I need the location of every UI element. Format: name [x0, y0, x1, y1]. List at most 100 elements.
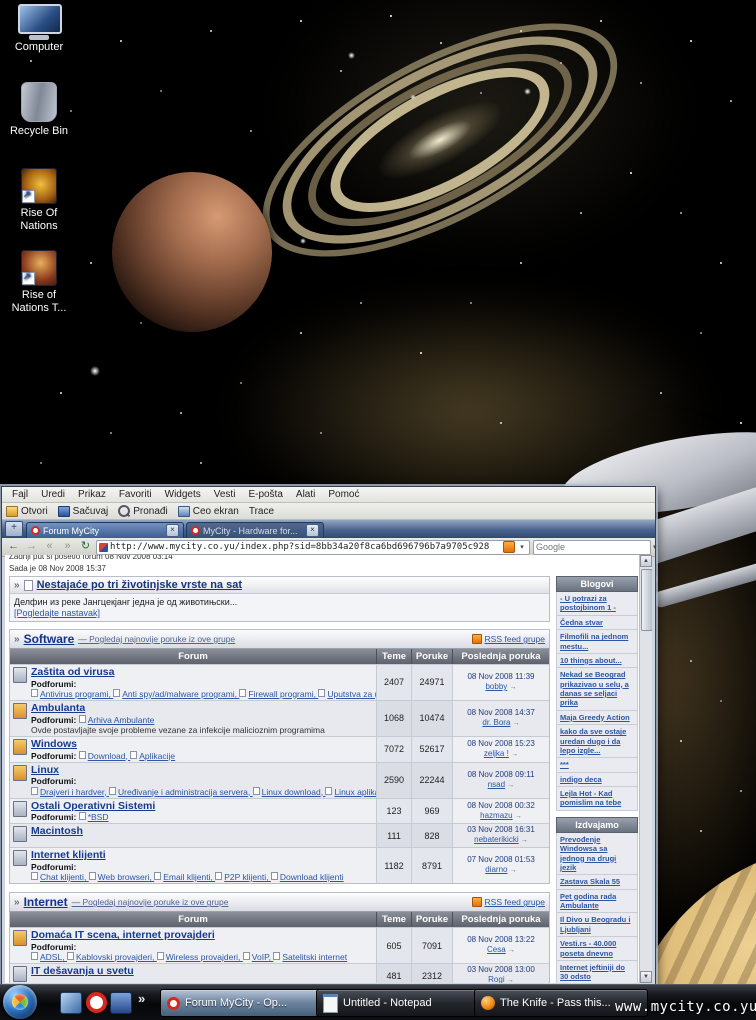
subforum-link[interactable]: Antivirus programi: [31, 689, 113, 699]
back-button[interactable]: ←: [6, 540, 21, 554]
tab-forum-mycity[interactable]: Forum MyCity ×: [26, 522, 184, 538]
toolbar-find-button[interactable]: Pronađi: [118, 505, 168, 517]
menu-alati[interactable]: Alati: [290, 489, 321, 500]
goto-post-icon[interactable]: →: [513, 720, 520, 727]
blog-link[interactable]: indigo deca: [556, 772, 638, 787]
subforum-link[interactable]: P2P klijenti: [215, 872, 271, 882]
blog-link[interactable]: Nekad se Beograd prikazivao u selu, a da…: [556, 668, 638, 711]
goto-post-icon[interactable]: →: [507, 782, 514, 789]
goto-post-icon[interactable]: →: [511, 751, 518, 758]
start-button[interactable]: [3, 985, 37, 1019]
subforum-link[interactable]: Satelitski internet: [273, 952, 347, 962]
featured-link[interactable]: Internet jeftiniji do 30 odsto: [556, 960, 638, 983]
goto-post-icon[interactable]: →: [515, 813, 522, 820]
menu-fajl[interactable]: Fajl: [6, 489, 34, 500]
forum-link[interactable]: Internet klijenti: [31, 849, 106, 861]
subforum-link[interactable]: Web browseri: [89, 872, 155, 882]
forum-link[interactable]: Domaća IT scena, internet provajderi: [31, 929, 215, 941]
menu-pomoc[interactable]: Pomoć: [322, 489, 365, 500]
last-post-user-link[interactable]: dr. Bora: [482, 718, 510, 727]
view-latest-link[interactable]: Pogledaj najnovije poruke iz ove grupe: [78, 634, 235, 644]
tab-close-icon[interactable]: ×: [166, 524, 179, 537]
blog-link[interactable]: - U potrazi za postojbinom 1 -: [556, 592, 638, 616]
goto-post-icon[interactable]: →: [510, 684, 517, 691]
blog-link[interactable]: 10 things about...: [556, 653, 638, 669]
last-post-user-link[interactable]: bobby: [485, 682, 507, 691]
view-latest-link[interactable]: Pogledaj najnovije poruke iz ove grupe: [72, 897, 228, 907]
scroll-down-icon[interactable]: ▼: [640, 971, 652, 983]
subforum-link[interactable]: Firewall programi: [239, 689, 318, 699]
subforum-link[interactable]: Linux download: [253, 787, 326, 797]
featured-link[interactable]: Prevođenje Windowsa sa jednog na drugi j…: [556, 832, 638, 876]
rss-feed-link[interactable]: RSS feed grupe: [485, 634, 545, 644]
goto-post-icon[interactable]: →: [510, 867, 517, 874]
search-dropdown-icon[interactable]: ▾: [653, 543, 657, 551]
reload-button[interactable]: ↻: [78, 540, 93, 554]
desktop-icon-rise-of-nations-t[interactable]: Rise of Nations T...: [4, 250, 74, 315]
url-dropdown-icon[interactable]: ▾: [517, 543, 527, 551]
toolbar-open-button[interactable]: Otvori: [6, 505, 48, 517]
goto-post-icon[interactable]: →: [521, 837, 528, 844]
rss-icon[interactable]: [503, 541, 515, 553]
subforum-link[interactable]: Email klijenti: [154, 872, 215, 882]
last-post-user-link[interactable]: zeljka !: [484, 749, 509, 758]
featured-link[interactable]: Vesti.rs - 40.000 poseta dnevno: [556, 937, 638, 961]
blog-link[interactable]: kako da sve ostaje uredan dugo i da lepo…: [556, 725, 638, 759]
section-title-link[interactable]: Software: [24, 632, 75, 646]
blog-link[interactable]: Filmofili na jednom mestu...: [556, 630, 638, 654]
subforum-link[interactable]: Aplikacije: [130, 751, 175, 761]
rss-feed-link[interactable]: RSS feed grupe: [485, 897, 545, 907]
toolbar-fullscreen-button[interactable]: Ceo ekran: [177, 505, 239, 517]
quicklaunch-desktop-icon[interactable]: [60, 992, 82, 1014]
menu-vesti[interactable]: Vesti: [208, 489, 242, 500]
page-scrollbar[interactable]: ▲ ▼: [639, 555, 652, 983]
menu-favoriti[interactable]: Favoriti: [113, 489, 158, 500]
subforum-link[interactable]: Kablovski provajderi: [67, 952, 157, 962]
forum-link[interactable]: Ambulanta: [31, 702, 85, 714]
subforum-link[interactable]: Arhiva Ambulante: [79, 715, 155, 725]
news-more-link[interactable]: [Pogledajte nastavak]: [14, 608, 100, 618]
tab-mycity-hardware[interactable]: MyCity - Hardware for... ×: [186, 522, 324, 538]
new-tab-button[interactable]: +: [5, 521, 23, 537]
forum-link[interactable]: Zaštita od virusa: [31, 666, 114, 678]
last-post-user-link[interactable]: nsad: [488, 780, 505, 789]
subforum-link[interactable]: Anti spy/ad/malware programi: [113, 689, 239, 699]
menu-eposta[interactable]: E-pošta: [242, 489, 288, 500]
blog-link[interactable]: ***: [556, 758, 638, 773]
quicklaunch-opera-icon[interactable]: [86, 992, 107, 1013]
taskbar-button-opera[interactable]: Forum MyCity - Op...: [160, 989, 322, 1017]
forum-link[interactable]: IT dešavanja u svetu: [31, 965, 134, 977]
fast-forward-button[interactable]: »: [60, 540, 75, 554]
tab-close-icon[interactable]: ×: [306, 524, 319, 537]
subforum-link[interactable]: Download: [79, 751, 131, 761]
subforum-link[interactable]: Uređivanje i administracija servera: [109, 787, 253, 797]
quicklaunch-overflow-chevron[interactable]: »: [138, 991, 145, 1006]
subforum-link[interactable]: VoIP: [243, 952, 274, 962]
menu-uredi[interactable]: Uredi: [35, 489, 71, 500]
subforum-link[interactable]: Chat klijenti: [31, 872, 89, 882]
subforum-link[interactable]: *BSD: [79, 812, 109, 822]
rewind-button[interactable]: «: [42, 540, 57, 554]
forum-link[interactable]: Macintosh: [31, 825, 83, 837]
forum-link[interactable]: Windows: [31, 738, 77, 750]
last-post-user-link[interactable]: hazmazu: [480, 811, 512, 820]
featured-link[interactable]: Pet godina rada Ambulante: [556, 889, 638, 914]
last-post-user-link[interactable]: Rogi: [488, 975, 504, 983]
featured-link[interactable]: Il Divo u Beogradu i Ljubljani: [556, 913, 638, 938]
url-input[interactable]: [110, 541, 501, 553]
news-title-link[interactable]: Nestajaće po tri životinjske vrste na sa…: [37, 579, 242, 591]
forum-link[interactable]: Linux: [31, 764, 59, 776]
blog-link[interactable]: Maja Greedy Action: [556, 710, 638, 726]
forum-link[interactable]: Ostali Operativni Sistemi: [31, 800, 155, 812]
subforum-link[interactable]: ADSL: [31, 952, 67, 962]
quicklaunch-floppy-icon[interactable]: [110, 992, 132, 1014]
blog-link[interactable]: Čedna stvar: [556, 615, 638, 631]
toolbar-trace-button[interactable]: Trace: [249, 506, 274, 517]
search-input[interactable]: [536, 541, 653, 553]
last-post-user-link[interactable]: diarno: [485, 865, 507, 874]
menu-widgets[interactable]: Widgets: [159, 489, 207, 500]
last-post-user-link[interactable]: nebaterikicki: [474, 835, 518, 844]
forward-button[interactable]: →: [24, 540, 39, 554]
desktop-icon-computer[interactable]: Computer: [4, 4, 74, 54]
toolbar-save-button[interactable]: Sačuvaj: [57, 505, 108, 517]
